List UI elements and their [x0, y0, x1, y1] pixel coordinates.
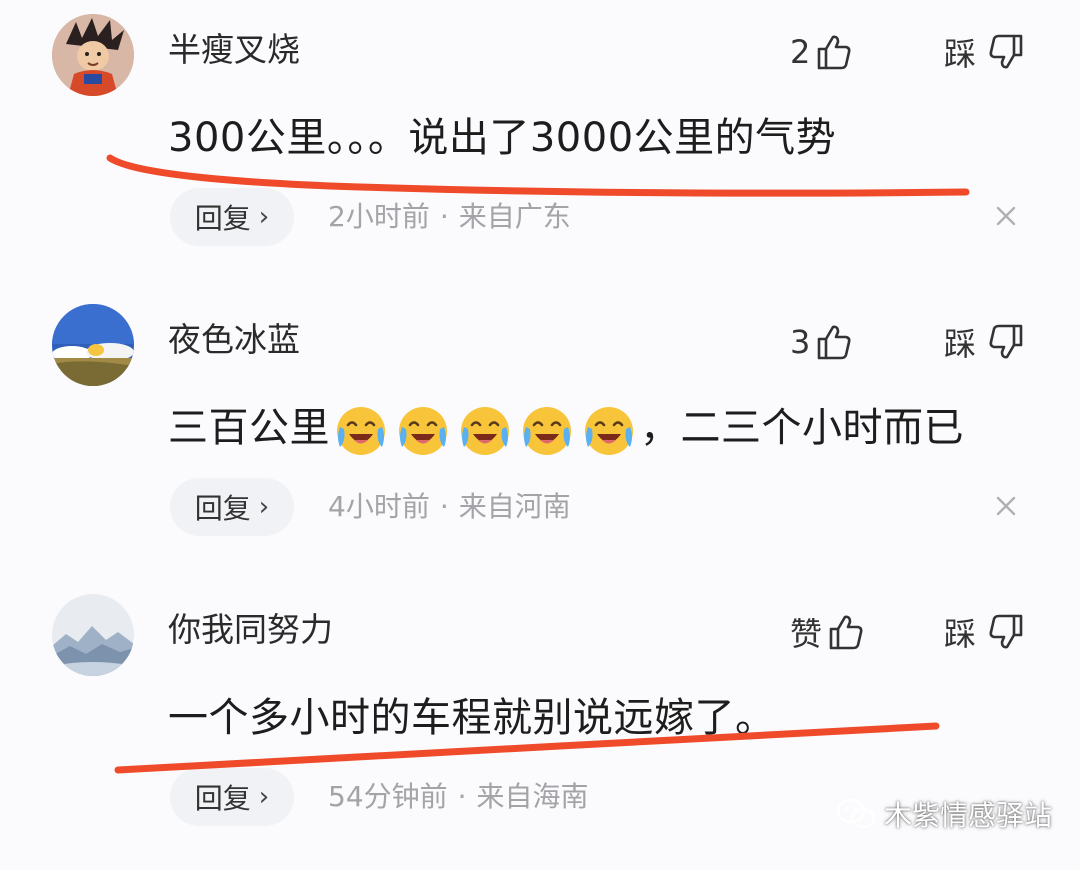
landscape-sky-avatar-icon — [52, 304, 134, 386]
emoji-group — [332, 401, 638, 459]
cartoon-character-avatar-icon — [52, 14, 134, 96]
dislike-button[interactable]: 踩 — [944, 316, 1026, 368]
username[interactable]: 夜色冰蓝 — [168, 318, 300, 362]
chevron-right-icon: › — [258, 782, 270, 812]
laugh-cry-emoji-icon — [399, 407, 447, 455]
thumbs-up-icon — [829, 615, 863, 650]
wechat-icon — [836, 798, 876, 829]
avatar[interactable] — [52, 304, 134, 386]
like-count: 2 — [790, 33, 811, 71]
comment-item: 夜色冰蓝 3 踩 三百公里 ，二三个小时而已 回复 › 4小时前 · 来自河南 — [0, 290, 1080, 580]
dislike-button[interactable]: 踩 — [944, 606, 1026, 658]
close-icon[interactable] — [988, 488, 1024, 524]
dislike-button[interactable]: 踩 — [944, 26, 1026, 78]
comment-location: 来自河南 — [458, 490, 571, 523]
separator-dot: · — [457, 780, 467, 813]
like-button[interactable]: 3 — [790, 316, 854, 368]
thumbs-down-icon — [989, 324, 1023, 359]
comment-text: 300公里。。。说出了3000公里的气势 — [168, 115, 837, 161]
comment-location: 来自广东 — [458, 200, 571, 233]
mountain-ink-avatar-icon — [52, 594, 134, 676]
comment-meta: 4小时前 · 来自河南 — [328, 488, 571, 526]
avatar[interactable] — [52, 14, 134, 96]
comment-location: 来自海南 — [476, 780, 589, 813]
comment-item: 半瘦叉烧 2 踩 300公里。。。说出了3000公里的气势 回复 › 2小时前 ·… — [0, 0, 1080, 290]
reply-label: 回复 — [194, 202, 251, 235]
username[interactable]: 半瘦叉烧 — [168, 28, 300, 72]
dislike-label: 踩 — [944, 615, 977, 653]
dislike-label: 踩 — [944, 325, 977, 363]
chevron-right-icon: › — [258, 492, 270, 522]
laugh-cry-emoji-icon — [585, 407, 633, 455]
chevron-right-icon: › — [258, 202, 270, 232]
laugh-cry-emoji-icon — [337, 407, 385, 455]
reply-button[interactable]: 回复 › — [170, 188, 294, 246]
comment-text: 三百公里 ，二三个小时而已 — [168, 398, 964, 459]
comment-text-before: 三百公里 — [168, 405, 330, 451]
thumbs-down-icon — [989, 34, 1023, 69]
watermark-text: 木紫情感驿站 — [884, 799, 1053, 832]
thumbs-up-icon — [818, 325, 851, 360]
laugh-cry-emoji-icon — [523, 407, 571, 455]
comment-text: 一个多小时的车程就别说远嫁了。 — [168, 695, 776, 741]
like-button[interactable]: 2 — [790, 26, 854, 78]
avatar[interactable] — [52, 594, 134, 676]
separator-dot: · — [439, 200, 449, 233]
comment-time: 4小时前 — [328, 490, 430, 523]
watermark: 木紫情感驿站 — [836, 794, 1052, 834]
like-label: 赞 — [790, 615, 823, 653]
dislike-label: 踩 — [944, 35, 977, 73]
comment-meta: 2小时前 · 来自广东 — [328, 198, 571, 236]
thumbs-up-icon — [818, 35, 851, 70]
separator-dot: · — [439, 490, 449, 523]
reply-label: 回复 — [194, 782, 251, 815]
reply-button[interactable]: 回复 › — [170, 478, 294, 536]
comment-meta: 54分钟前 · 来自海南 — [328, 778, 589, 816]
comment-time: 54分钟前 — [328, 780, 448, 813]
laugh-cry-emoji-icon — [461, 407, 509, 455]
comment-time: 2小时前 — [328, 200, 430, 233]
like-button[interactable]: 赞 — [790, 606, 866, 658]
username[interactable]: 你我同努力 — [168, 608, 333, 652]
reply-button[interactable]: 回复 › — [170, 768, 294, 826]
reply-label: 回复 — [194, 492, 251, 525]
like-count: 3 — [790, 323, 811, 361]
comment-text-after: ，二三个小时而已 — [640, 405, 964, 451]
close-icon[interactable] — [988, 198, 1024, 234]
thumbs-down-icon — [989, 614, 1023, 649]
